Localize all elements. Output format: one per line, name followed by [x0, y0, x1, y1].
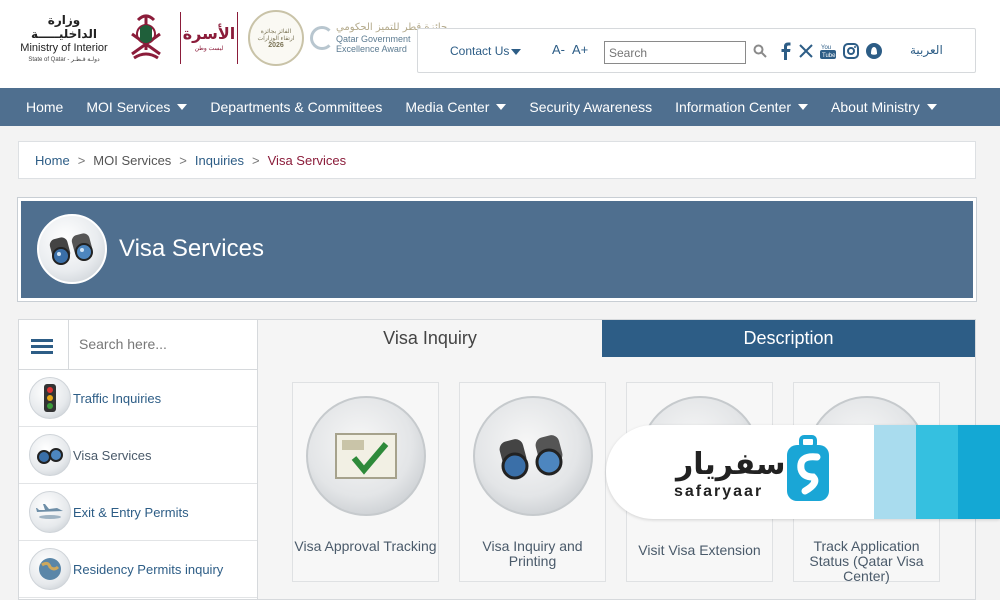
nav-security-awareness-label: Security Awareness [529, 99, 653, 115]
nav-departments-label: Departments & Committees [210, 99, 383, 115]
nav-information-center[interactable]: Information Center [675, 99, 809, 115]
airplane-icon [29, 491, 71, 533]
binoculars-icon [37, 214, 107, 284]
youtube-icon[interactable]: You Tube [819, 41, 837, 61]
breadcrumb-moi-services: MOI Services [93, 152, 172, 168]
search-input[interactable] [604, 41, 746, 64]
sidebar-item-label: Visa Services [73, 447, 152, 463]
nav-departments[interactable]: Departments & Committees [210, 99, 382, 115]
ad-color-stripes [874, 425, 1000, 519]
traffic-light-icon [29, 377, 71, 419]
nav-media-center-label: Media Center [405, 99, 490, 115]
search-icon[interactable] [752, 41, 768, 61]
qgea-ring-icon [310, 26, 334, 50]
chevron-down-icon [496, 104, 507, 110]
sidebar-search: Search here... [19, 320, 257, 370]
qatar-emblem-icon [118, 10, 174, 66]
sidebar: Search here... Traffic Inquiries Visa Se… [18, 319, 258, 600]
tab-visa-inquiry[interactable]: Visa Inquiry [258, 320, 602, 357]
contact-us-link[interactable]: Contact Us [450, 44, 522, 58]
sidebar-item-traffic-inquiries[interactable]: Traffic Inquiries [19, 370, 257, 427]
sidebar-item-residency-permits[interactable]: Residency Permits inquiry [19, 541, 257, 598]
checkmark-document-icon [306, 396, 426, 516]
facebook-icon[interactable] [780, 41, 792, 61]
binoculars-icon [29, 434, 71, 476]
instagram-icon[interactable] [842, 41, 860, 61]
page-banner: Visa Services [18, 198, 976, 301]
breadcrumb-separator: > [77, 152, 86, 168]
breadcrumb-separator: > [179, 152, 187, 168]
arabic-language-link[interactable]: العربية [910, 43, 943, 57]
award-badge: الفائز بجائزة ارتقاء الوزارات 2026 [248, 10, 304, 66]
ad-english-text: safaryaar [674, 483, 764, 500]
service-card-label: Track Application Status (Qatar Visa Cen… [809, 538, 924, 584]
font-decrease-button[interactable]: A- [552, 42, 565, 57]
site-header: وزارة الداخليـــــة Ministry of Interior… [0, 0, 1000, 88]
divider [68, 320, 69, 370]
binoculars-icon [473, 396, 593, 516]
x-icon[interactable] [798, 41, 814, 61]
chevron-down-icon [926, 104, 937, 110]
main-nav: Home MOI Services Departments & Committe… [0, 88, 1000, 126]
award-badge-line2: ارتقاء الوزارات [257, 35, 295, 42]
award-badge-line1: الفائز بجائزة [260, 28, 292, 35]
divider [180, 12, 181, 64]
ad-arabic-text: سفريار [676, 447, 786, 482]
breadcrumb-separator: > [252, 152, 260, 168]
service-card-label: Visit Visa Extension [638, 542, 761, 558]
nav-media-center[interactable]: Media Center [405, 99, 507, 115]
sidebar-item-visa-services[interactable]: Visa Services [19, 427, 257, 484]
nav-about-ministry[interactable]: About Ministry [831, 99, 937, 115]
ad-stripe [874, 425, 916, 519]
nav-moi-services-label: MOI Services [86, 99, 171, 115]
award-badge-year: 2026 [268, 41, 284, 49]
vision-logo-text: الأسرة [182, 24, 236, 43]
nav-security-awareness[interactable]: Security Awareness [529, 99, 652, 115]
breadcrumb-current: Visa Services [267, 152, 347, 168]
sidebar-item-label: Traffic Inquiries [73, 390, 162, 406]
tab-description[interactable]: Description [602, 320, 975, 357]
nav-about-ministry-label: About Ministry [831, 99, 920, 115]
breadcrumb-inquiries[interactable]: Inquiries [195, 153, 244, 168]
nav-moi-services[interactable]: MOI Services [86, 99, 188, 115]
ad-stripe [958, 425, 1000, 519]
safaryaar-logo-icon [783, 435, 833, 509]
ad-stripe [916, 425, 958, 519]
utility-bar: Contact Us A- A+ YouTube العربية [417, 28, 976, 73]
moi-logo-arabic: وزارة الداخليـــــة [31, 13, 97, 41]
chevron-down-icon [798, 104, 809, 110]
safaryaar-ad-banner[interactable]: سفريار safaryaar [606, 425, 1000, 519]
snapchat-icon[interactable] [865, 41, 883, 61]
vision-logo: الأسرة ليست وطن [183, 10, 236, 66]
moi-logo-state: State of Qatar - دولـة قـطـر [28, 57, 100, 63]
menu-icon[interactable] [31, 339, 53, 355]
service-card-label: Visa Approval Tracking [294, 538, 437, 554]
moi-logo-english: Ministry of Interior [20, 42, 108, 54]
vision-logo-sub: ليست وطن [194, 46, 224, 52]
nav-home[interactable]: Home [26, 99, 63, 115]
sidebar-item-exit-entry-permits[interactable]: Exit & Entry Permits [19, 484, 257, 541]
sidebar-search-input[interactable]: Search here... [79, 336, 167, 352]
contact-us-label: Contact Us [450, 44, 510, 58]
svg-text:Tube: Tube [822, 53, 836, 59]
service-card-visa-inquiry-printing[interactable]: Visa Inquiry and Printing [459, 382, 606, 582]
moi-logo[interactable]: وزارة الداخليـــــة Ministry of Interior… [16, 13, 112, 63]
logo-block[interactable]: وزارة الداخليـــــة Ministry of Interior… [16, 8, 447, 68]
nav-information-center-label: Information Center [675, 99, 792, 115]
font-increase-button[interactable]: A+ [572, 42, 588, 57]
globe-icon [29, 548, 71, 590]
chevron-down-icon [511, 48, 522, 55]
chevron-down-icon [177, 104, 188, 110]
sidebar-item-label: Exit & Entry Permits [73, 504, 189, 520]
sidebar-item-label: Residency Permits inquiry [73, 561, 224, 577]
service-card-visa-approval[interactable]: Visa Approval Tracking [292, 382, 439, 582]
nav-home-label: Home [26, 99, 64, 115]
divider [237, 12, 238, 64]
breadcrumb: Home > MOI Services > Inquiries > Visa S… [18, 141, 976, 179]
service-card-label: Visa Inquiry and Printing [482, 538, 583, 569]
breadcrumb-home[interactable]: Home [35, 153, 70, 168]
page-title: Visa Services [119, 235, 264, 262]
